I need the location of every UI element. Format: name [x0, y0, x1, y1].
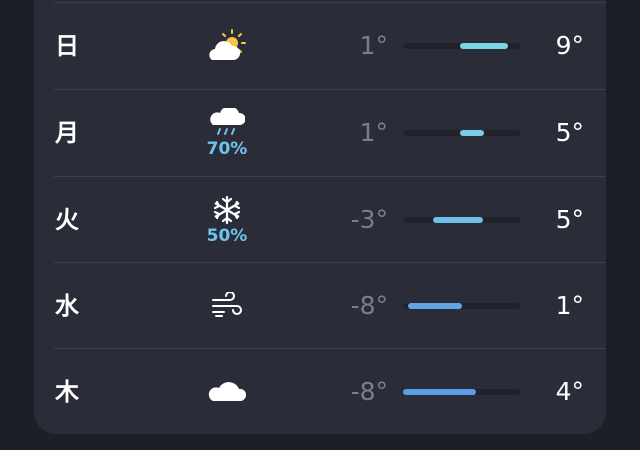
low-temp: -3° — [350, 205, 388, 234]
high-temp: 9° — [555, 31, 584, 60]
temp-range-bar — [403, 217, 521, 223]
partly-sunny-icon — [209, 29, 246, 60]
forecast-row[interactable]: 火 50% -3° 5° — [34, 177, 606, 263]
precip-chance: 50% — [206, 225, 248, 246]
low-temp: -8° — [350, 377, 388, 406]
forecast-row[interactable]: 日 1° 9° — [34, 3, 606, 89]
temp-range-bar — [403, 303, 521, 309]
temp-range-bar — [403, 43, 521, 49]
day-label: 火 — [55, 206, 79, 234]
forecast-row[interactable]: 木 -8° 4° — [34, 349, 606, 435]
low-temp: 1° — [359, 118, 388, 147]
temp-range-fill — [459, 43, 508, 49]
temp-range-fill — [432, 217, 484, 223]
temp-range-fill — [459, 130, 485, 136]
high-temp: 1° — [555, 291, 584, 320]
day-label: 月 — [55, 119, 79, 147]
day-label: 水 — [55, 292, 79, 320]
low-temp: 1° — [359, 31, 388, 60]
wind-icon — [212, 292, 242, 317]
forecast-row[interactable]: 月 70% 1° 5° — [34, 90, 606, 176]
precip-chance: 70% — [206, 138, 248, 159]
temp-range-fill — [407, 303, 462, 309]
day-label: 日 — [55, 32, 79, 60]
snowflake-icon — [213, 195, 241, 224]
temp-range-bar — [403, 389, 521, 395]
forecast-panel: 日 1° 9° 月 70% 1° 5° 火 50% -3° 5° 水 -8° 1… — [34, 0, 606, 434]
temp-range-fill — [403, 389, 477, 395]
cloud-icon — [208, 382, 246, 401]
temp-range-bar — [403, 130, 521, 136]
low-temp: -8° — [350, 291, 388, 320]
high-temp: 5° — [555, 205, 584, 234]
day-label: 木 — [55, 378, 79, 406]
high-temp: 4° — [555, 377, 584, 406]
cloud-rain-icon — [210, 107, 245, 135]
forecast-row[interactable]: 水 -8° 1° — [34, 263, 606, 349]
high-temp: 5° — [555, 118, 584, 147]
